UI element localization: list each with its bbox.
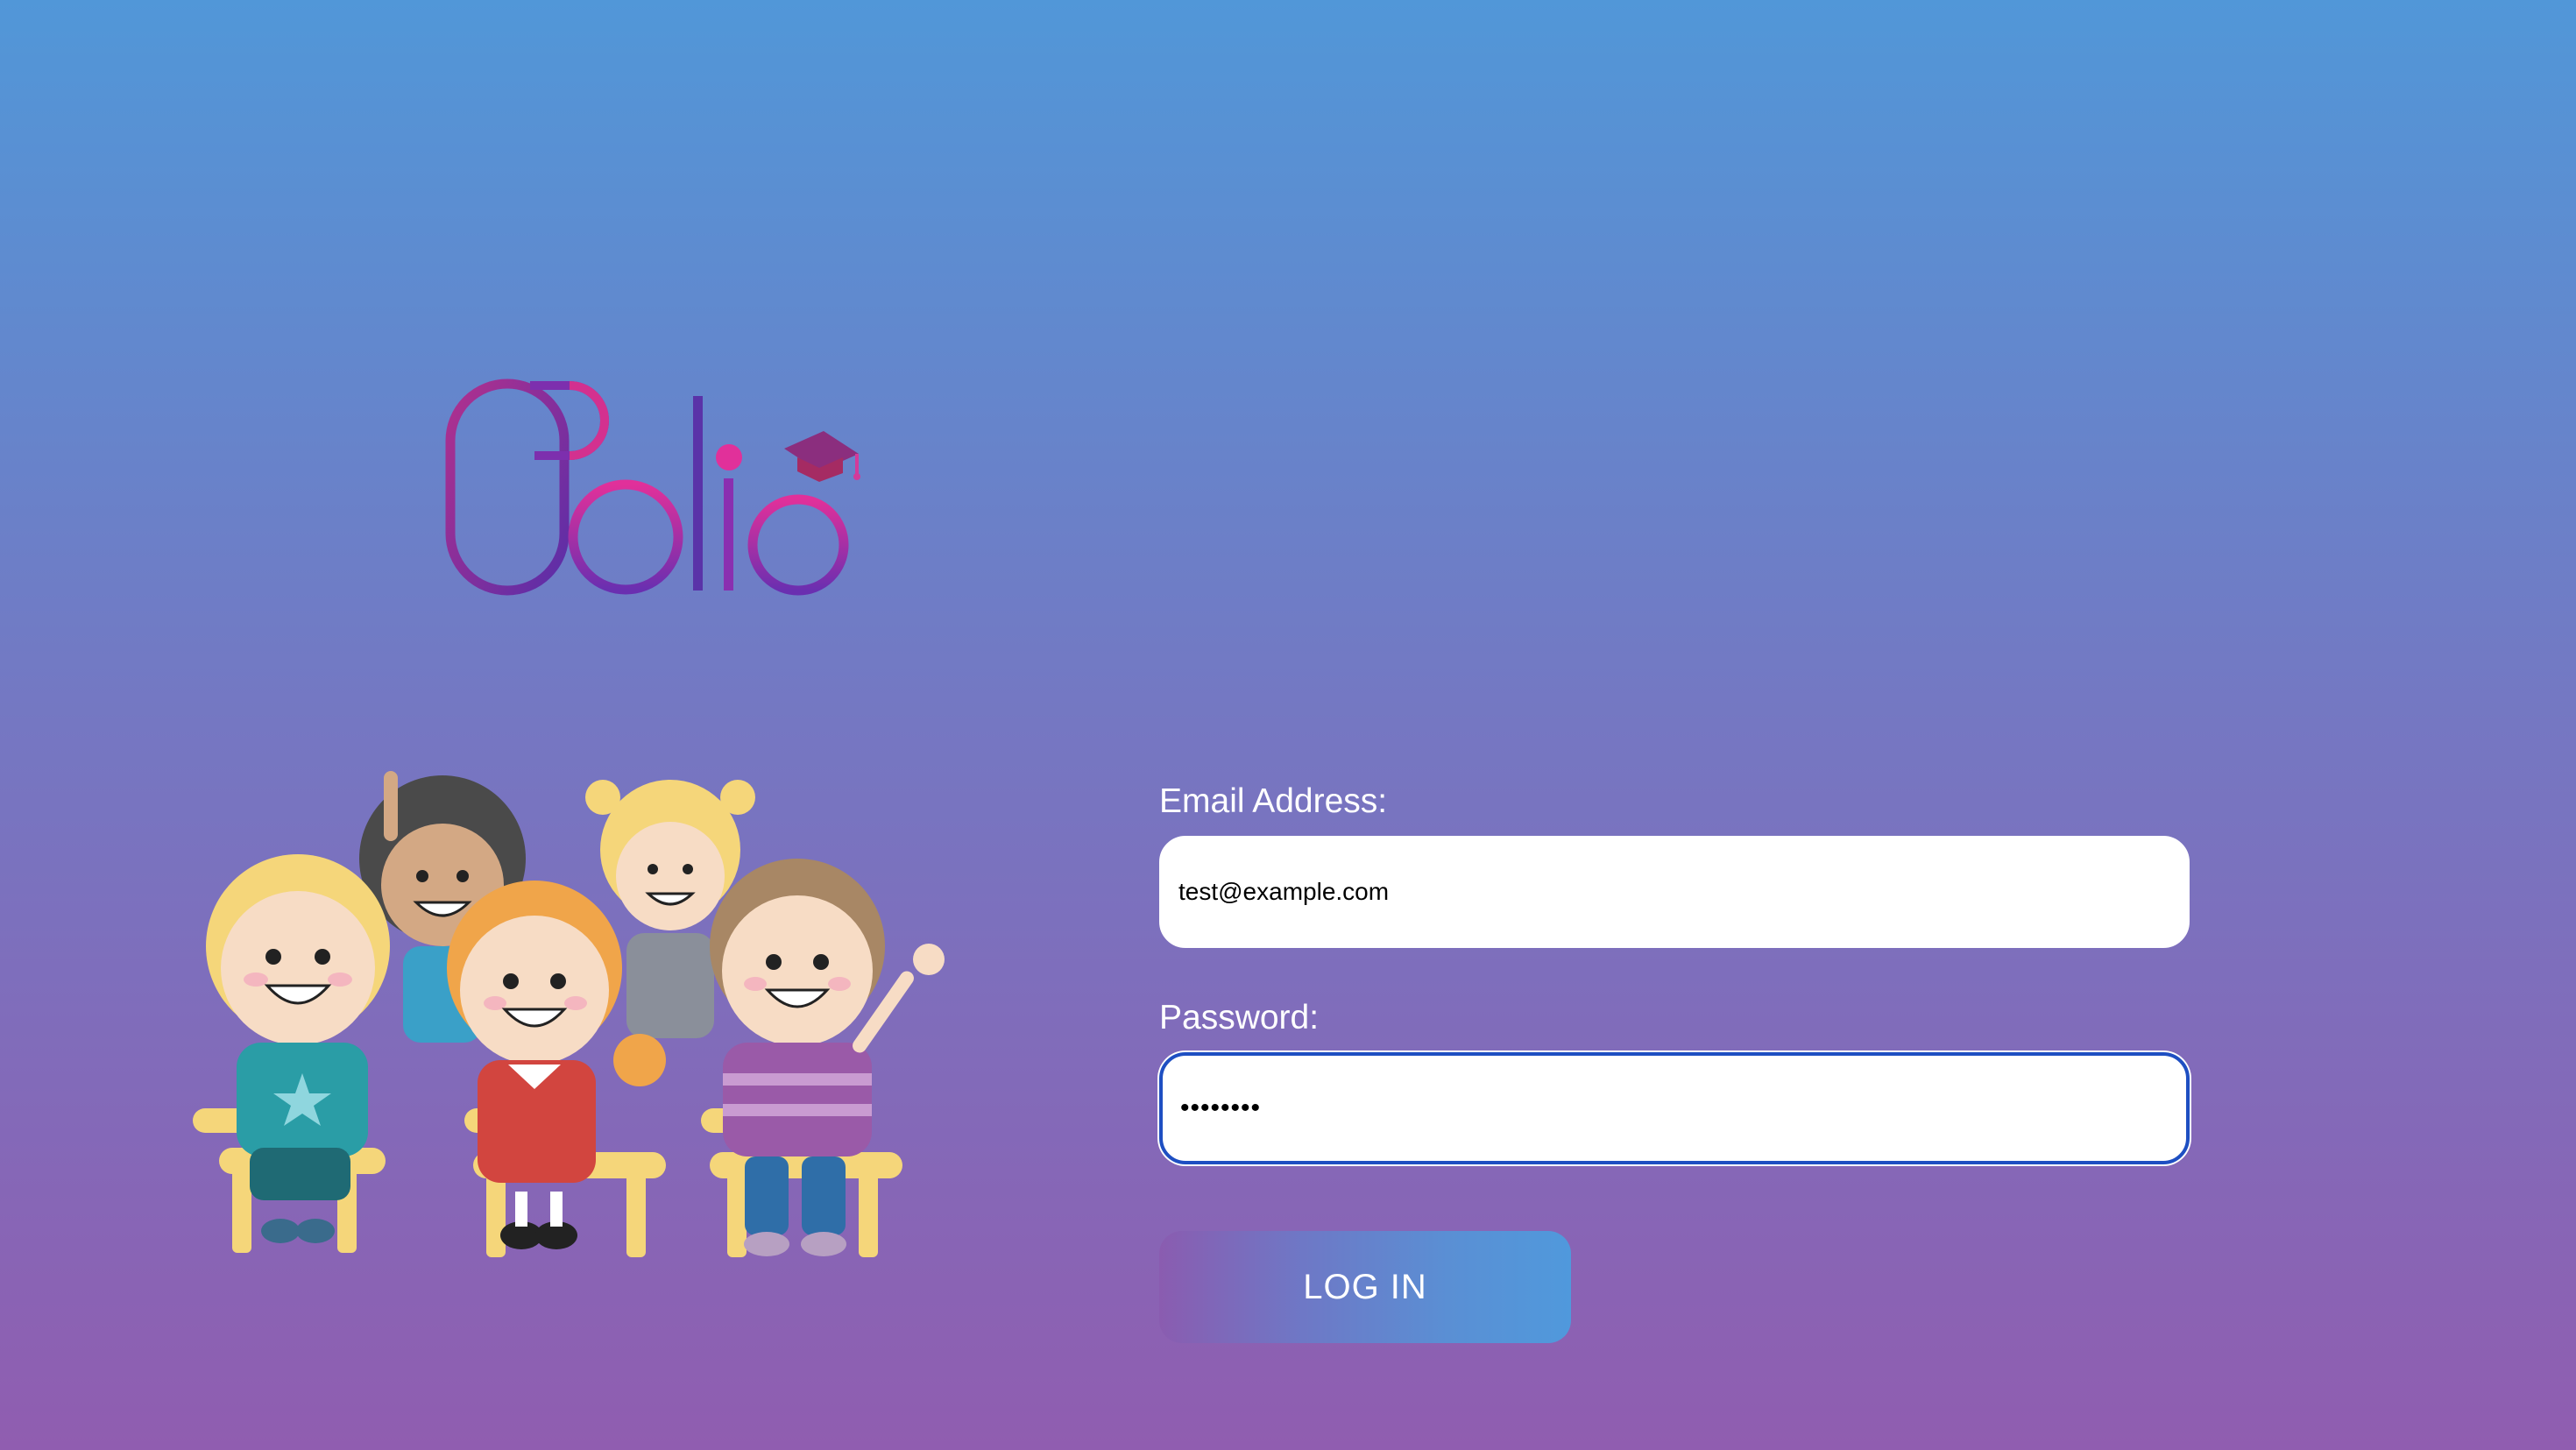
password-label: Password: — [1159, 999, 1320, 1036]
password-value: •••••••• — [1180, 1093, 1262, 1122]
login-form: Email Address: test@example.com Password… — [1159, 784, 2190, 1217]
password-input[interactable]: •••••••• — [1159, 1052, 2190, 1164]
email-label: Email Address: — [1159, 782, 1388, 820]
login-button-label: LOG IN — [1303, 1267, 1427, 1306]
login-button[interactable]: LOG IN — [1159, 1231, 1571, 1343]
kids-illustration — [193, 771, 945, 1257]
kid-front-right — [710, 859, 945, 1256]
email-input[interactable]: test@example.com — [1159, 836, 2190, 948]
email-value: test@example.com — [1178, 878, 1390, 905]
bolio-logo — [445, 378, 860, 596]
